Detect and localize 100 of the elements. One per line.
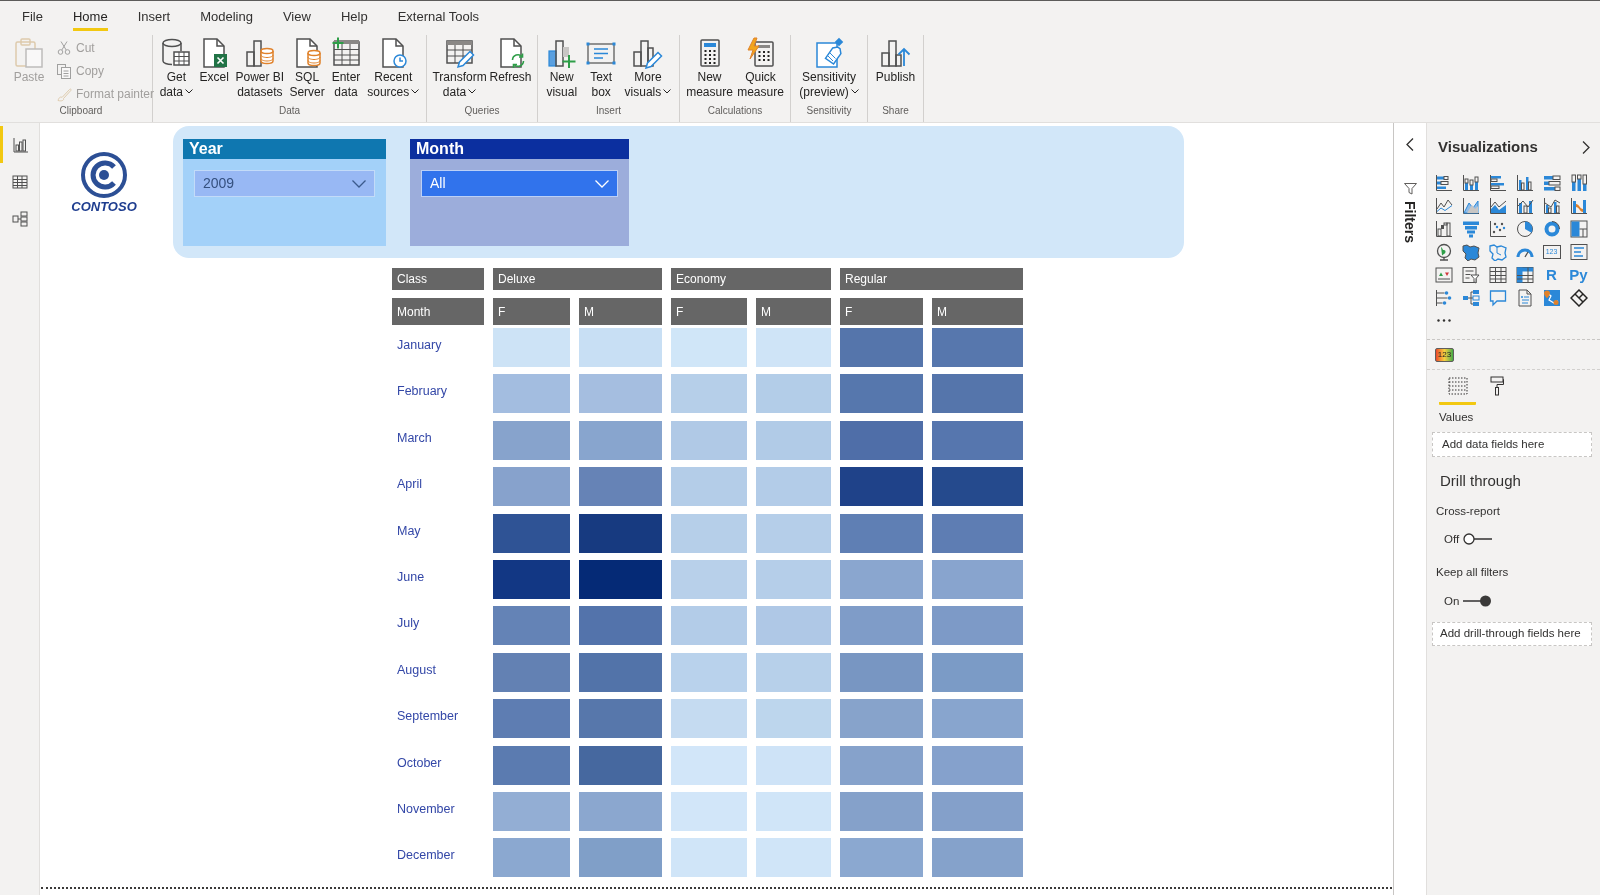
custom-visual-button[interactable]: 123: [1435, 347, 1454, 362]
treemap-icon[interactable]: [1569, 219, 1588, 238]
column-header: M: [932, 298, 1023, 325]
toggle-switch[interactable]: [1463, 595, 1493, 607]
ribbon-group-label: Data: [277, 105, 302, 118]
drop-field[interactable]: Add data fields here: [1432, 432, 1592, 457]
funnel-chart-icon[interactable]: [1461, 219, 1480, 238]
menu-tab[interactable]: Help: [340, 1, 368, 31]
model-diagram-icon: [11, 210, 28, 227]
slicer-title: Year: [183, 139, 386, 159]
bars-database-icon: [243, 37, 276, 69]
ribbon-button[interactable]: Refresh: [488, 31, 533, 105]
chart-upload-icon: [879, 37, 912, 69]
chart-pencil-icon: [631, 37, 664, 69]
chevron-down-icon: [595, 179, 609, 188]
calculator-bolt-icon: [744, 37, 777, 69]
row-label: December: [397, 848, 455, 863]
table-icon: [11, 173, 28, 190]
pie-chart-icon[interactable]: [1515, 219, 1534, 238]
ribbon-button[interactable]: Power BI datasets: [234, 31, 286, 105]
row-label: June: [397, 569, 425, 584]
key-influencers-icon[interactable]: [1434, 288, 1453, 307]
column-header: F: [671, 298, 747, 325]
ribbon-button[interactable]: Publish: [874, 31, 917, 105]
filters-pane-title[interactable]: Filters: [1402, 201, 1418, 243]
clustered-bar-chart-icon[interactable]: [1488, 173, 1507, 192]
table-pencil-icon: [443, 37, 476, 69]
document-tag-icon: [813, 37, 845, 69]
column-header: F: [840, 298, 923, 325]
slicer-dropdown[interactable]: 2009: [194, 170, 375, 197]
speech-bubble-icon[interactable]: [1488, 288, 1507, 307]
matrix-icon[interactable]: [1515, 265, 1534, 284]
line-column-chart-icon[interactable]: [1515, 196, 1534, 215]
diamond-icon[interactable]: [1569, 288, 1588, 307]
ribbon-button[interactable]: Sensitivity (preview): [798, 31, 860, 105]
full-stacked-bar-chart-icon[interactable]: [1542, 173, 1561, 192]
ribbon-button[interactable]: Recent sources: [366, 31, 421, 105]
column-header: M: [579, 298, 662, 325]
drop-field[interactable]: Add drill-through fields here: [1432, 622, 1592, 646]
chevron-left-icon[interactable]: [1406, 138, 1414, 151]
logo-icon: [81, 152, 127, 198]
waterfall-chart-icon[interactable]: [1434, 219, 1453, 238]
menu-tab[interactable]: Insert: [137, 1, 171, 31]
ribbon-button[interactable]: Get data: [158, 31, 194, 105]
clustered-column-chart-icon[interactable]: [1515, 173, 1534, 192]
column-group-header: Economy: [671, 268, 831, 290]
menu-tab[interactable]: File: [22, 1, 43, 31]
ribbon-button[interactable]: New visual: [544, 31, 579, 105]
decomposition-tree-icon[interactable]: [1461, 288, 1480, 307]
line-column-chart-icon[interactable]: [1542, 196, 1561, 215]
globe-icon[interactable]: [1434, 242, 1453, 261]
ribbon-button[interactable]: SQL Server: [288, 31, 326, 105]
row-label: April: [397, 477, 422, 492]
row-label: September: [397, 709, 459, 724]
ribbon-button[interactable]: Transform data: [431, 31, 488, 105]
ribbon-group-label: Sensitivity: [805, 105, 853, 118]
row-label: August: [397, 662, 436, 677]
table-plus-icon: [330, 37, 362, 69]
area-chart-icon[interactable]: [1461, 196, 1480, 215]
menu-tab[interactable]: Modeling: [200, 1, 253, 31]
kpi-icon[interactable]: [1434, 265, 1453, 284]
slicer-dropdown[interactable]: All: [421, 170, 618, 197]
toggle-switch[interactable]: [1463, 533, 1493, 545]
more-icon[interactable]: [1436, 319, 1451, 322]
ribbon-button[interactable]: Enter data: [329, 31, 363, 105]
ribbon-group-label: Calculations: [706, 105, 764, 118]
full-stacked-column-chart-icon[interactable]: [1569, 173, 1588, 192]
map-pins-icon[interactable]: [1542, 288, 1561, 307]
filled-map-icon[interactable]: [1461, 242, 1480, 261]
toggle-label: Keep all filters: [1435, 565, 1510, 579]
row-label: July: [397, 616, 420, 631]
scatter-chart-icon[interactable]: [1488, 219, 1507, 238]
ribbon-button[interactable]: New measure: [685, 31, 734, 105]
ribbon-group-label: Clipboard: [58, 105, 104, 118]
line-chart-icon[interactable]: [1434, 196, 1453, 215]
toggle-state-text: Off: [1444, 532, 1460, 546]
toggle-state-text: On: [1444, 594, 1460, 608]
stacked-area-chart-icon[interactable]: [1488, 196, 1507, 215]
menu-tab[interactable]: View: [282, 1, 311, 31]
table-icon[interactable]: [1488, 265, 1507, 284]
document-icon[interactable]: [1515, 288, 1534, 307]
column-group-header: Deluxe: [493, 268, 662, 290]
ribbon-button[interactable]: More visuals: [623, 31, 673, 105]
row-label: November: [397, 801, 455, 816]
menu-tab[interactable]: Home: [72, 1, 108, 31]
list-card-icon[interactable]: [1569, 242, 1588, 261]
ribbon-button[interactable]: Quick measure: [736, 31, 785, 105]
field-well-label: Values: [1438, 410, 1475, 424]
outline-map-icon[interactable]: [1488, 242, 1507, 261]
donut-chart-icon[interactable]: [1542, 219, 1561, 238]
stacked-column-chart-icon[interactable]: [1461, 173, 1480, 192]
chevron-right-icon[interactable]: [1582, 140, 1590, 154]
slicer-icon[interactable]: [1461, 265, 1480, 284]
ribbon-button[interactable]: Excel: [197, 31, 232, 105]
paint-roller-icon: [1489, 376, 1504, 396]
stacked-bar-chart-icon[interactable]: [1434, 173, 1453, 192]
ribbon-chart-icon[interactable]: [1569, 196, 1588, 215]
ribbon-button[interactable]: Text box: [584, 31, 619, 105]
ribbon-group-label: Queries: [463, 105, 501, 118]
menu-tab[interactable]: External Tools: [397, 1, 480, 31]
